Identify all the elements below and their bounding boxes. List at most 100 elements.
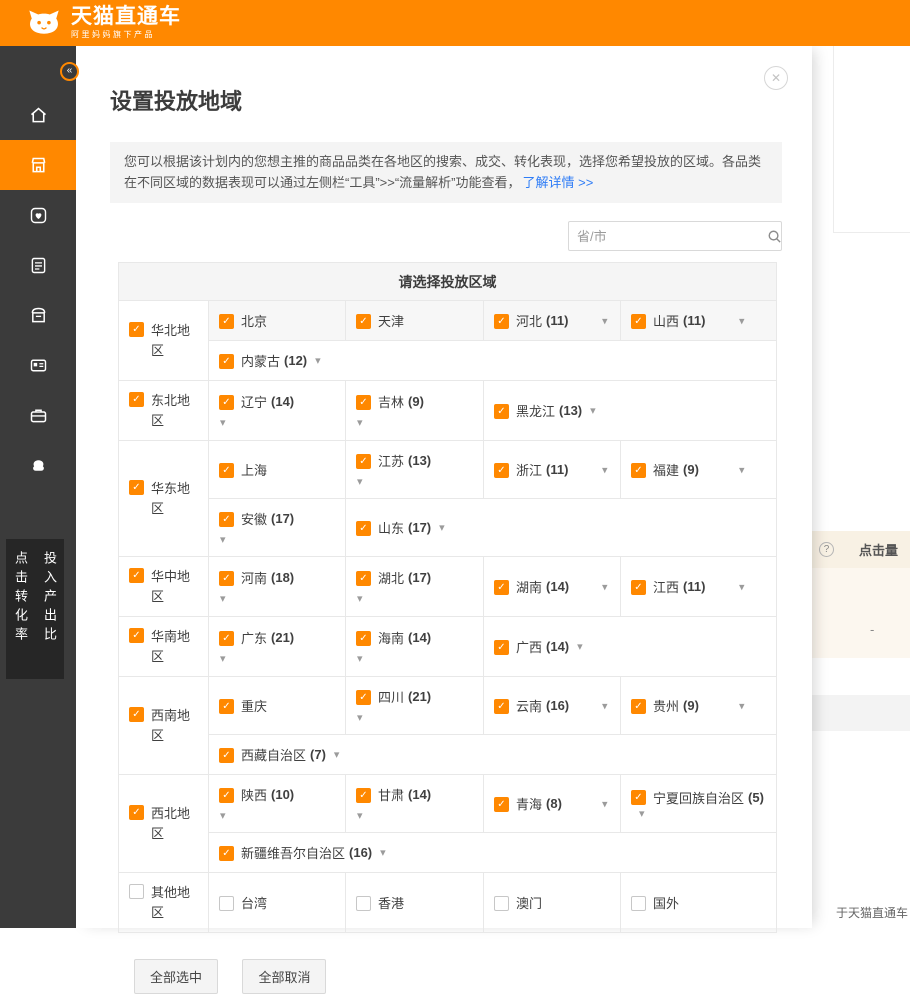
dropdown-caret[interactable]: ▾: [356, 416, 481, 429]
province-search-input[interactable]: [569, 229, 761, 244]
dropdown-caret[interactable]: ▾: [439, 521, 445, 534]
sidebar-item-tools[interactable]: [0, 390, 76, 440]
province-checkbox[interactable]: ✓: [494, 404, 509, 419]
region-checkbox[interactable]: [129, 884, 144, 899]
region-checkbox[interactable]: ✓: [129, 568, 144, 583]
sidebar-item-assistant[interactable]: [0, 440, 76, 490]
learn-more-link[interactable]: 了解详情 >>: [523, 175, 594, 190]
province-checkbox[interactable]: ✓: [494, 640, 509, 655]
dropdown-caret[interactable]: ▾: [334, 748, 340, 761]
province-label: 台湾: [241, 893, 267, 912]
province-checkbox[interactable]: ✓: [631, 314, 646, 329]
dropdown-caret[interactable]: ▾: [315, 354, 321, 367]
dropdown-caret[interactable]: ▾: [356, 711, 481, 724]
province-checkbox[interactable]: ✓: [356, 690, 371, 705]
province-cell: ✓江苏(13)▾: [346, 441, 484, 499]
dropdown-caret[interactable]: ▾: [577, 640, 583, 653]
province-cell: ✓安徽(17)▾: [209, 499, 346, 557]
province-checkbox[interactable]: ✓: [356, 788, 371, 803]
dropdown-caret[interactable]: ▾: [219, 533, 343, 546]
sidebar-item-mall[interactable]: [0, 290, 76, 340]
province-checkbox[interactable]: ✓: [356, 314, 371, 329]
province-label: 湖南: [516, 577, 542, 596]
close-icon[interactable]: ✕: [764, 66, 788, 90]
member-card-icon: [28, 355, 49, 376]
province-checkbox[interactable]: ✓: [219, 788, 234, 803]
region-row: ✓华北地区✓北京✓天津✓河北(11)▾✓山西(11)▾: [119, 301, 777, 341]
sidebar-item-account[interactable]: [0, 340, 76, 390]
province-checkbox[interactable]: ✓: [631, 463, 646, 478]
dropdown-caret[interactable]: ▾: [739, 699, 745, 712]
province-count: (7): [310, 747, 326, 762]
province-cell: ✓湖北(17)▾: [346, 557, 484, 617]
province-checkbox[interactable]: [631, 896, 646, 911]
province-checkbox[interactable]: ✓: [219, 571, 234, 586]
dropdown-caret[interactable]: ▾: [590, 404, 596, 417]
province-checkbox[interactable]: ✓: [494, 463, 509, 478]
search-icon[interactable]: [761, 229, 787, 244]
province-checkbox[interactable]: [356, 896, 371, 911]
province-checkbox[interactable]: ✓: [356, 395, 371, 410]
tmall-logo[interactable]: 天猫直通车 阿里妈妈旗下产品: [26, 6, 181, 40]
province-checkbox[interactable]: ✓: [356, 521, 371, 536]
region-checkbox[interactable]: ✓: [129, 392, 144, 407]
deselect-all-button[interactable]: 全部取消: [242, 959, 326, 994]
province-checkbox[interactable]: ✓: [219, 631, 234, 646]
province-checkbox[interactable]: [494, 896, 509, 911]
province-checkbox[interactable]: ✓: [631, 580, 646, 595]
province-checkbox[interactable]: ✓: [219, 395, 234, 410]
metrics-vertical-badge[interactable]: 点击转化率 投入产出比: [6, 539, 64, 679]
dropdown-caret[interactable]: ▾: [356, 475, 481, 488]
province-checkbox[interactable]: ✓: [494, 314, 509, 329]
dropdown-caret[interactable]: ▾: [356, 652, 481, 665]
province-checkbox[interactable]: ✓: [219, 314, 234, 329]
province-checkbox[interactable]: ✓: [219, 512, 234, 527]
province-checkbox[interactable]: ✓: [219, 463, 234, 478]
province-cell: ✓甘肃(14)▾: [346, 775, 484, 833]
dropdown-caret[interactable]: ▾: [602, 699, 608, 712]
province-checkbox[interactable]: [219, 896, 234, 911]
region-checkbox[interactable]: ✓: [129, 480, 144, 495]
select-all-button[interactable]: 全部选中: [134, 959, 218, 994]
province-checkbox[interactable]: ✓: [219, 699, 234, 714]
province-checkbox[interactable]: ✓: [631, 790, 646, 805]
province-checkbox[interactable]: ✓: [356, 571, 371, 586]
dropdown-caret[interactable]: ▾: [380, 846, 386, 859]
dropdown-caret[interactable]: ▾: [639, 807, 645, 820]
dropdown-caret[interactable]: ▾: [219, 592, 343, 605]
region-checkbox[interactable]: ✓: [129, 322, 144, 337]
province-checkbox[interactable]: ✓: [631, 699, 646, 714]
province-checkbox[interactable]: ✓: [219, 846, 234, 861]
dropdown-caret[interactable]: ▾: [602, 314, 608, 327]
dropdown-caret[interactable]: ▾: [219, 652, 343, 665]
dropdown-caret[interactable]: ▾: [602, 580, 608, 593]
province-checkbox[interactable]: ✓: [356, 631, 371, 646]
province-checkbox[interactable]: ✓: [356, 454, 371, 469]
province-cell: 台湾: [209, 873, 346, 933]
dropdown-caret[interactable]: ▾: [356, 592, 481, 605]
province-count: (14): [546, 639, 569, 654]
collapse-sidebar-button[interactable]: «: [60, 62, 79, 81]
dropdown-caret[interactable]: ▾: [602, 463, 608, 476]
province-checkbox[interactable]: ✓: [219, 354, 234, 369]
sidebar-item-campaign[interactable]: [0, 140, 76, 190]
dropdown-caret[interactable]: ▾: [219, 809, 343, 822]
dropdown-caret[interactable]: ▾: [356, 809, 481, 822]
region-checkbox[interactable]: ✓: [129, 628, 144, 643]
dropdown-caret[interactable]: ▾: [739, 463, 745, 476]
province-checkbox[interactable]: ✓: [494, 699, 509, 714]
province-checkbox[interactable]: ✓: [494, 797, 509, 812]
province-checkbox[interactable]: ✓: [219, 748, 234, 763]
sidebar-item-home[interactable]: [0, 90, 76, 140]
dropdown-caret[interactable]: ▾: [602, 797, 608, 810]
sidebar-item-favorites[interactable]: [0, 190, 76, 240]
help-icon[interactable]: ?: [819, 542, 834, 557]
province-checkbox[interactable]: ✓: [494, 580, 509, 595]
dropdown-caret[interactable]: ▾: [739, 314, 745, 327]
region-checkbox[interactable]: ✓: [129, 805, 144, 820]
dropdown-caret[interactable]: ▾: [219, 416, 343, 429]
sidebar-item-reports[interactable]: [0, 240, 76, 290]
province-count: (9): [408, 394, 424, 409]
dropdown-caret[interactable]: ▾: [739, 580, 745, 593]
region-checkbox[interactable]: ✓: [129, 707, 144, 722]
